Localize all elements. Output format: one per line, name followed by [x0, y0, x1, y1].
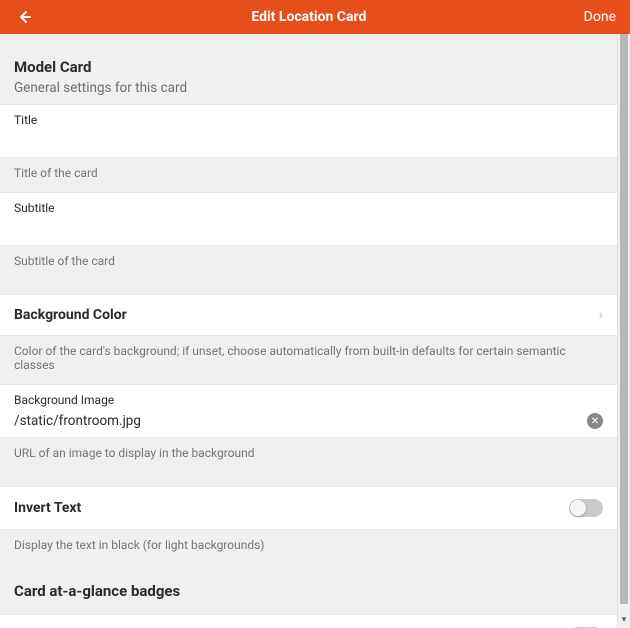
background-image-label: Background Image [0, 385, 617, 407]
section-title: Model Card [14, 58, 603, 76]
subtitle-field[interactable]: Subtitle [0, 192, 617, 246]
scroll-down-icon[interactable]: ▾ [618, 614, 630, 626]
title-label: Title [0, 105, 617, 127]
subtitle-helper: Subtitle of the card [0, 246, 617, 280]
background-image-helper: URL of an image to display in the backgr… [0, 438, 617, 472]
section-subtitle: General settings for this card [14, 80, 603, 96]
background-image-field[interactable]: Background Image ✕ [0, 384, 617, 438]
done-button[interactable]: Done [584, 9, 616, 25]
background-image-input[interactable] [14, 413, 587, 429]
form-scroll-area[interactable]: Model Card General settings for this car… [0, 34, 617, 628]
section-model-card: Model Card General settings for this car… [0, 34, 617, 104]
arrow-left-icon [16, 9, 32, 25]
vertical-scrollbar[interactable]: ▾ [617, 34, 630, 628]
page-title: Edit Location Card [34, 9, 584, 25]
disable-badges-row: Disable badges [0, 614, 617, 628]
subtitle-label: Subtitle [0, 193, 617, 215]
app-header: Edit Location Card Done [0, 0, 630, 34]
background-color-helper: Color of the card's background; if unset… [0, 336, 617, 384]
invert-text-row: Invert Text [0, 486, 617, 530]
invert-text-toggle[interactable] [569, 499, 603, 517]
section-badges: Card at-a-glance badges [0, 564, 617, 614]
invert-text-label: Invert Text [14, 500, 569, 516]
chevron-right-icon: › [599, 307, 603, 323]
clear-button[interactable]: ✕ [587, 413, 603, 429]
subtitle-input[interactable] [14, 221, 603, 237]
scrollbar-thumb[interactable] [620, 34, 628, 604]
invert-text-helper: Display the text in black (for light bac… [0, 530, 617, 564]
back-button[interactable] [14, 7, 34, 27]
section-title: Card at-a-glance badges [14, 582, 603, 600]
title-field[interactable]: Title [0, 104, 617, 158]
close-icon: ✕ [591, 416, 599, 427]
title-helper: Title of the card [0, 158, 617, 192]
background-color-label: Background Color [14, 307, 599, 323]
background-color-row[interactable]: Background Color › [0, 294, 617, 336]
title-input[interactable] [14, 133, 603, 149]
